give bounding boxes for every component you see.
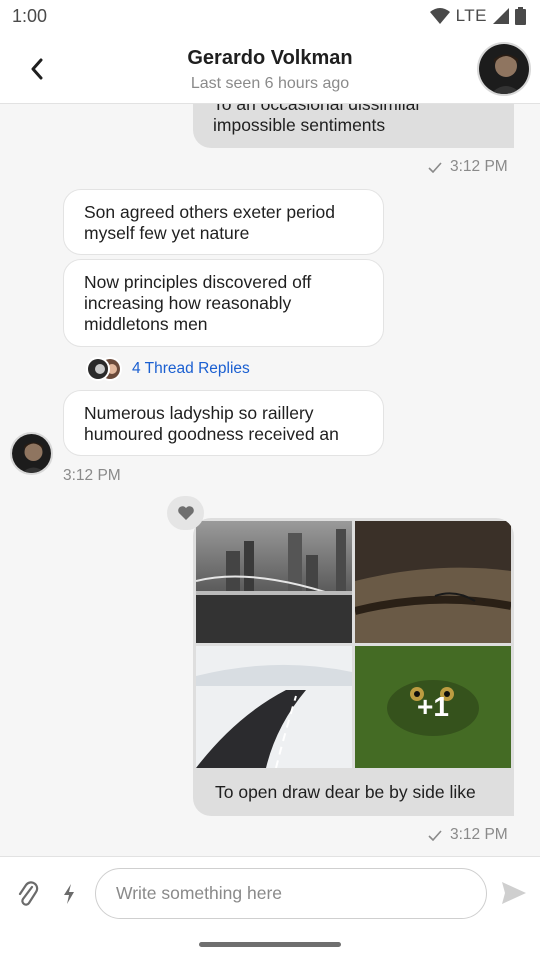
message-input[interactable] — [95, 868, 487, 919]
last-seen-status: Last seen 6 hours ago — [190, 75, 350, 92]
message-text-partial: To an occasional dissimilar — [213, 104, 422, 114]
send-icon — [502, 882, 526, 904]
message-text: impossible sentiments — [213, 115, 386, 135]
signal-icon — [493, 8, 509, 24]
battery-icon — [515, 7, 526, 25]
more-photos-count: +1 — [355, 646, 511, 768]
status-bar: 1:00 LTE — [0, 0, 540, 36]
gallery-photo-frog[interactable]: +1 — [355, 646, 511, 768]
incoming-message-bubble[interactable]: Numerous ladyship so raillery humoured g… — [63, 390, 384, 456]
thread-replies-label: 4 Thread Replies — [132, 360, 250, 377]
incoming-message-bubble[interactable]: Now principles discovered off increasing… — [63, 259, 384, 347]
image-gallery-message[interactable]: +1 To open draw dear be by side like — [193, 518, 514, 816]
message-time: 3:12 PM — [450, 826, 508, 843]
thread-replies-link[interactable]: 4 Thread Replies — [86, 357, 250, 381]
outgoing-message-bubble[interactable]: To an occasional dissimilar impossible s… — [193, 104, 514, 148]
contact-name: Gerardo Volkman — [187, 47, 353, 69]
gallery-caption: To open draw dear be by side like — [215, 782, 476, 802]
gallery-photo-city-bridge[interactable] — [196, 521, 352, 643]
thread-avatar — [86, 357, 110, 381]
commands-button[interactable] — [58, 879, 80, 909]
incoming-message-bubble[interactable]: Son agreed others exeter period myself f… — [63, 189, 384, 255]
network-type: LTE — [455, 6, 487, 25]
delivered-check-icon — [428, 829, 442, 841]
message-composer — [0, 856, 540, 960]
attach-button[interactable] — [14, 877, 42, 911]
message-meta: 3:12 PM — [428, 826, 508, 844]
message-text: Now principles discovered off increasing… — [84, 272, 312, 334]
sender-avatar[interactable] — [10, 432, 53, 475]
gallery-photo-snow-road[interactable] — [196, 646, 352, 768]
message-meta: 3:12 PM — [428, 158, 508, 176]
delivered-check-icon — [428, 161, 442, 173]
status-time: 1:00 — [12, 6, 48, 26]
gallery-photo-rusty-car[interactable] — [355, 521, 511, 643]
send-button[interactable] — [500, 879, 528, 907]
message-time: 3:12 PM — [450, 158, 508, 175]
message-time: 3:12 PM — [63, 467, 121, 485]
paperclip-icon — [18, 881, 39, 906]
wifi-icon — [429, 8, 450, 24]
chat-header: Gerardo Volkman Last seen 6 hours ago — [0, 36, 540, 104]
message-time-label: 3:12 PM — [63, 467, 121, 484]
message-text: Son agreed others exeter period myself f… — [84, 202, 335, 243]
home-indicator[interactable] — [199, 942, 341, 947]
contact-avatar[interactable] — [477, 42, 531, 96]
lightning-icon — [64, 884, 74, 904]
reaction-badge[interactable] — [167, 496, 204, 530]
message-list[interactable]: To an occasional dissimilar impossible s… — [0, 104, 540, 856]
message-text: Numerous ladyship so raillery humoured g… — [84, 403, 339, 444]
heart-icon — [177, 506, 194, 520]
status-icons: LTE — [429, 6, 526, 26]
thread-participants — [86, 357, 126, 381]
